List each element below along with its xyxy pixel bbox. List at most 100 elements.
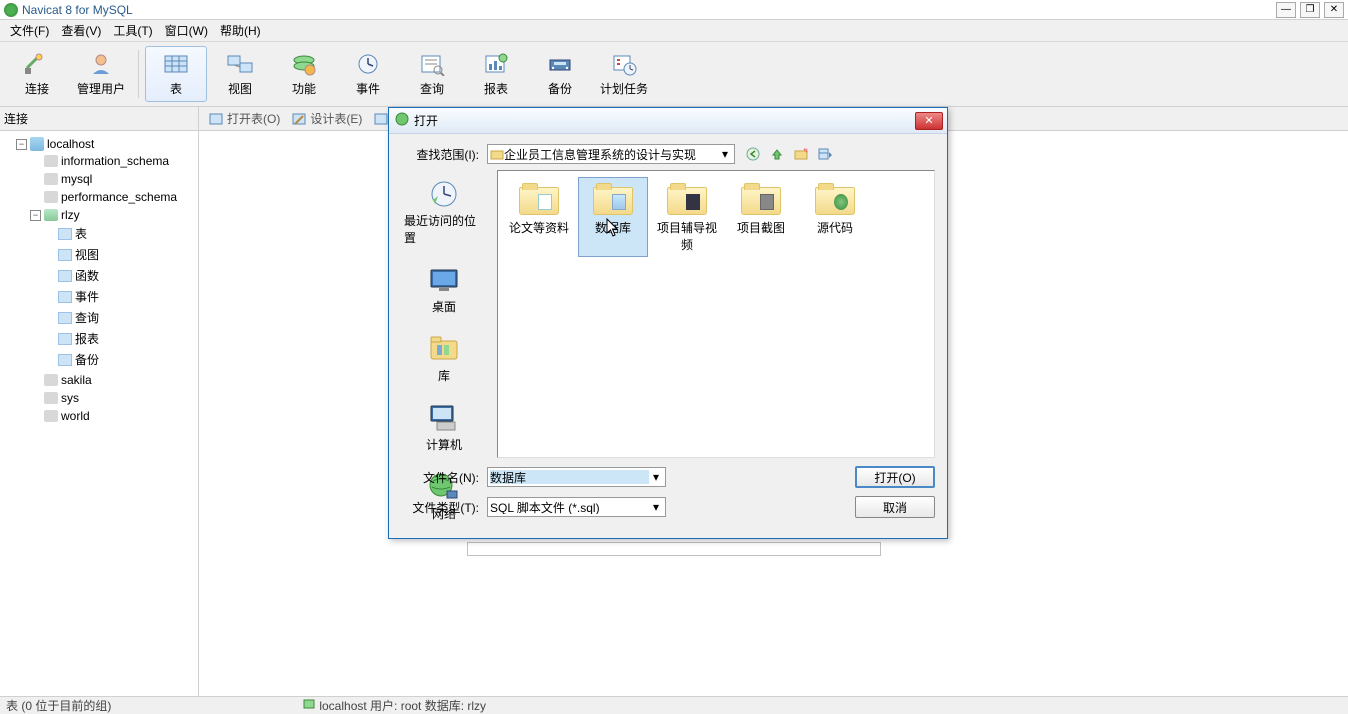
- titlebar: Navicat 8 for MySQL — ❐ ✕: [0, 0, 1348, 20]
- filetype-input[interactable]: [490, 500, 649, 514]
- dropdown-icon[interactable]: ▾: [649, 470, 663, 484]
- folder-item-1[interactable]: 数据库: [578, 177, 648, 257]
- events-icon: [58, 291, 72, 303]
- tool-backup[interactable]: 备份: [529, 46, 591, 102]
- folder-icon: [612, 194, 626, 210]
- open-file-dialog: 打开 ✕ 查找范围(I): ▾ 最近访问的位置: [388, 107, 948, 539]
- desktop-icon: [427, 264, 461, 296]
- design-table-button[interactable]: 设计表(E): [292, 110, 362, 127]
- tool-users[interactable]: 管理用户: [70, 46, 132, 102]
- menubar: 文件(F) 查看(V) 工具(T) 窗口(W) 帮助(H): [0, 20, 1348, 42]
- tree-db-rlzy[interactable]: −rlzy: [30, 207, 196, 223]
- tool-connect[interactable]: 连接: [6, 46, 68, 102]
- menu-help[interactable]: 帮助(H): [214, 20, 267, 41]
- backup-icon: [58, 354, 72, 366]
- db-icon: [44, 374, 58, 386]
- folder-item-3[interactable]: 项目截图: [726, 177, 796, 257]
- server-icon: [303, 698, 315, 713]
- cancel-button[interactable]: 取消: [855, 496, 935, 518]
- lookin-combo[interactable]: ▾: [487, 144, 735, 164]
- tree-db-performance-schema[interactable]: performance_schema: [30, 189, 196, 205]
- tree-db-mysql[interactable]: mysql: [30, 171, 196, 187]
- tree-db-world[interactable]: world: [30, 408, 196, 424]
- lookin-input[interactable]: [504, 147, 718, 161]
- filetype-combo[interactable]: ▾: [487, 497, 666, 517]
- place-recent[interactable]: 最近访问的位置: [404, 174, 484, 250]
- lookin-label: 查找范围(I):: [399, 146, 479, 163]
- status-left: 表 (0 位于目前的组): [6, 697, 111, 714]
- filename-combo[interactable]: ▾: [487, 467, 666, 487]
- tree-node-functions[interactable]: 函数: [44, 266, 196, 285]
- main-toolbar: 连接 管理用户 表 视图 功能 事件 查询 报表 备份 计划任务: [0, 42, 1348, 107]
- minimize-button[interactable]: —: [1276, 2, 1296, 18]
- tree-node-backups[interactable]: 备份: [44, 350, 196, 369]
- menu-window[interactable]: 窗口(W): [159, 20, 214, 41]
- tree-db-information-schema[interactable]: information_schema: [30, 153, 196, 169]
- db-icon: [44, 173, 58, 185]
- tool-view[interactable]: 视图: [209, 46, 271, 102]
- place-library[interactable]: 库: [404, 329, 484, 388]
- folder-item-0[interactable]: 论文等资料: [504, 177, 574, 257]
- app-title: Navicat 8 for MySQL: [22, 3, 133, 17]
- dialog-titlebar[interactable]: 打开 ✕: [389, 108, 947, 134]
- tree-node-tables[interactable]: 表: [44, 224, 196, 243]
- maximize-button[interactable]: ❐: [1300, 2, 1320, 18]
- tree-node-reports[interactable]: 报表: [44, 329, 196, 348]
- func-icon: [290, 52, 318, 76]
- menu-view[interactable]: 查看(V): [55, 20, 107, 41]
- open-table-button[interactable]: 打开表(O): [209, 110, 280, 127]
- tree-node-events[interactable]: 事件: [44, 287, 196, 306]
- tree-db-sys[interactable]: sys: [30, 390, 196, 406]
- places-bar: 最近访问的位置 桌面 库 计算机 网络: [399, 170, 489, 458]
- up-button[interactable]: [767, 144, 787, 164]
- user-icon: [87, 52, 115, 76]
- folder-item-2[interactable]: 项目辅导视频: [652, 177, 722, 257]
- queries-icon: [58, 312, 72, 324]
- tool-query[interactable]: 查询: [401, 46, 463, 102]
- folder-icon: [686, 194, 700, 210]
- filename-label: 文件名(N):: [399, 469, 479, 486]
- dropdown-icon[interactable]: ▾: [649, 500, 663, 514]
- backup-icon: [546, 52, 574, 76]
- menu-tools[interactable]: 工具(T): [107, 20, 158, 41]
- filename-input[interactable]: [490, 470, 649, 484]
- tree-node-queries[interactable]: 查询: [44, 308, 196, 327]
- tool-report[interactable]: 报表: [465, 46, 527, 102]
- dropdown-icon[interactable]: ▾: [718, 147, 732, 161]
- tree-db-sakila[interactable]: sakila: [30, 372, 196, 388]
- tree-server-localhost[interactable]: − localhost: [16, 136, 196, 152]
- tree-node-views[interactable]: 视图: [44, 245, 196, 264]
- tool-event[interactable]: 事件: [337, 46, 399, 102]
- folder-icon: [538, 194, 552, 210]
- app-icon: [4, 3, 18, 17]
- file-list[interactable]: 论文等资料 数据库 项目辅导视频 项目截图 源代码: [497, 170, 935, 458]
- tool-function[interactable]: 功能: [273, 46, 335, 102]
- view-menu-button[interactable]: [815, 144, 835, 164]
- tables-icon: [58, 228, 72, 240]
- menu-file[interactable]: 文件(F): [4, 20, 55, 41]
- reports-icon: [58, 333, 72, 345]
- tool-table[interactable]: 表: [145, 46, 207, 102]
- connect-icon: [23, 52, 51, 76]
- new-folder-button[interactable]: [791, 144, 811, 164]
- back-button[interactable]: [743, 144, 763, 164]
- db-icon: [44, 209, 58, 221]
- statusbar: 表 (0 位于目前的组) localhost 用户: root 数据库: rlz…: [0, 696, 1348, 714]
- dialog-icon: [395, 112, 409, 129]
- library-icon: [427, 333, 461, 365]
- db-icon: [44, 392, 58, 404]
- connection-tree[interactable]: − localhost information_schema mysql per…: [0, 131, 199, 696]
- dialog-title: 打开: [414, 112, 438, 129]
- server-icon: [30, 137, 44, 151]
- place-computer[interactable]: 计算机: [404, 398, 484, 457]
- close-button[interactable]: ✕: [1324, 2, 1344, 18]
- tool-schedule[interactable]: 计划任务: [593, 46, 655, 102]
- folder-item-4[interactable]: 源代码: [800, 177, 870, 257]
- filetype-label: 文件类型(T):: [399, 499, 479, 516]
- toolbar-separator: [138, 50, 139, 98]
- place-desktop[interactable]: 桌面: [404, 260, 484, 319]
- dialog-close-button[interactable]: ✕: [915, 112, 943, 130]
- recent-icon: [427, 178, 461, 210]
- open-button[interactable]: 打开(O): [855, 466, 935, 488]
- status-mid: localhost 用户: root 数据库: rlzy: [303, 697, 486, 714]
